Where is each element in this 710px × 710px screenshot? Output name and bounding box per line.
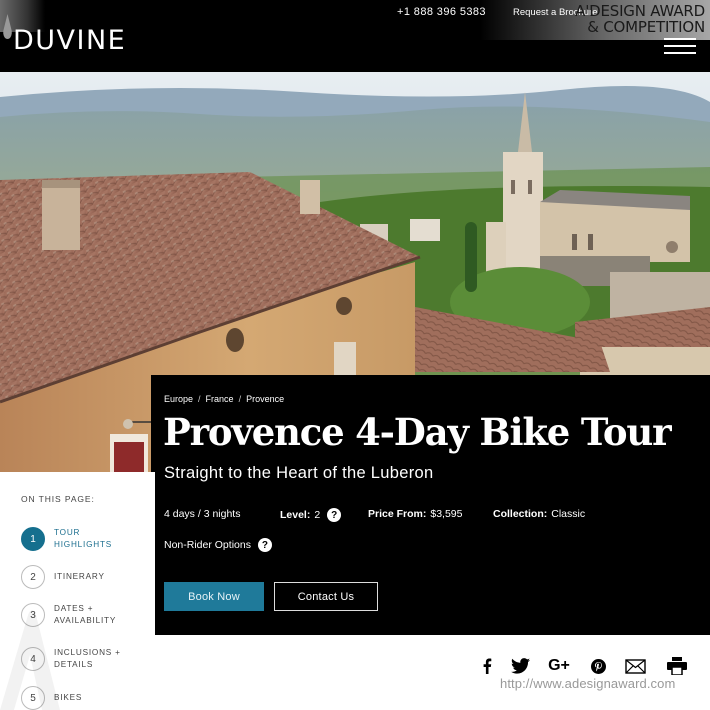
tour-subtitle: Straight to the Heart of the Luberon: [164, 464, 434, 482]
non-rider-label: Non-Rider Options: [164, 539, 251, 551]
email-icon[interactable]: [624, 655, 646, 677]
tour-price: Price From: $3,595: [368, 508, 462, 520]
contact-us-button[interactable]: Contact Us: [274, 582, 378, 611]
breadcrumb-separator: /: [238, 394, 242, 404]
facebook-icon[interactable]: [480, 655, 494, 677]
tour-collection: Collection: Classic: [493, 508, 585, 520]
breadcrumb-separator: /: [198, 394, 201, 404]
watermark-text: A'DESIGN AWARD & COMPETITION: [560, 3, 705, 35]
toc-label-line: INCLUSIONS +: [54, 648, 121, 657]
price-label: Price From:: [368, 508, 427, 520]
pinterest-icon[interactable]: [590, 655, 606, 677]
google-plus-icon[interactable]: G+: [546, 655, 572, 677]
logo-drop-icon: [3, 14, 12, 39]
toc-label-line: HIGHLIGHTS: [54, 540, 113, 549]
toc-label: INCLUSIONS + DETAILS: [54, 647, 134, 671]
level-label: Level:: [280, 509, 311, 521]
site-header: DUVINE +1 888 396 5383 Request a Brochur…: [0, 0, 710, 72]
breadcrumb-provence[interactable]: Provence: [246, 394, 284, 404]
duration-value: 4 days / 3 nights: [164, 508, 241, 520]
watermark-a-logo: [0, 610, 60, 710]
collection-value: Classic: [551, 508, 586, 520]
breadcrumb: Europe / France / Provence: [164, 394, 284, 404]
toc-label-line: DETAILS: [54, 660, 94, 669]
toc-label-line: AVAILABILITY: [54, 616, 117, 625]
toc-number: 1: [21, 527, 45, 551]
toc-item-itinerary[interactable]: 2 ITINERARY: [21, 565, 134, 589]
toc-label: DATES + AVAILABILITY: [54, 603, 134, 627]
level-value: 2: [314, 509, 321, 521]
twitter-icon[interactable]: [509, 655, 531, 677]
toc-label-line: DATES +: [54, 604, 94, 613]
toc-number: 2: [21, 565, 45, 589]
price-value: $3,595: [430, 508, 463, 520]
collection-label: Collection:: [493, 508, 548, 520]
toc-label: ITINERARY: [54, 571, 134, 583]
non-rider-options: Non-Rider Options ?: [164, 538, 272, 552]
watermark-url: http://www.adesignaward.com: [500, 676, 676, 691]
tour-info-panel: Europe / France / Provence Provence 4-Day Bi…: [151, 375, 710, 635]
phone-number[interactable]: +1 888 396 5383: [397, 6, 486, 18]
toc-label-line: ITINERARY: [54, 572, 105, 581]
toc-label-line: TOUR: [54, 528, 81, 537]
page-title: Provence 4-Day Bike Tour: [163, 410, 672, 454]
toc-item-tour-highlights[interactable]: 1 TOUR HIGHLIGHTS: [21, 527, 134, 551]
question-circle-icon[interactable]: ?: [327, 508, 342, 522]
toc-label: TOUR HIGHLIGHTS: [54, 527, 134, 551]
book-now-button[interactable]: Book Now: [164, 582, 264, 611]
toc-heading: ON THIS PAGE:: [21, 494, 95, 504]
logo-text: DUVINE: [13, 25, 127, 56]
watermark-line-2: & COMPETITION: [587, 18, 705, 36]
tour-level: Level: 2 ?: [280, 508, 342, 522]
print-icon[interactable]: [666, 655, 688, 677]
breadcrumb-europe[interactable]: Europe: [164, 394, 193, 404]
question-circle-icon[interactable]: ?: [257, 538, 272, 552]
duvine-logo[interactable]: DUVINE: [0, 0, 140, 72]
tour-duration: 4 days / 3 nights: [164, 508, 240, 520]
toc-label-line: BIKES: [54, 693, 83, 702]
toc-label: BIKES: [54, 692, 134, 704]
watermark-line-1: A'DESIGN AWARD: [575, 2, 705, 20]
hamburger-menu-icon[interactable]: [664, 38, 696, 58]
breadcrumb-france[interactable]: France: [206, 394, 234, 404]
